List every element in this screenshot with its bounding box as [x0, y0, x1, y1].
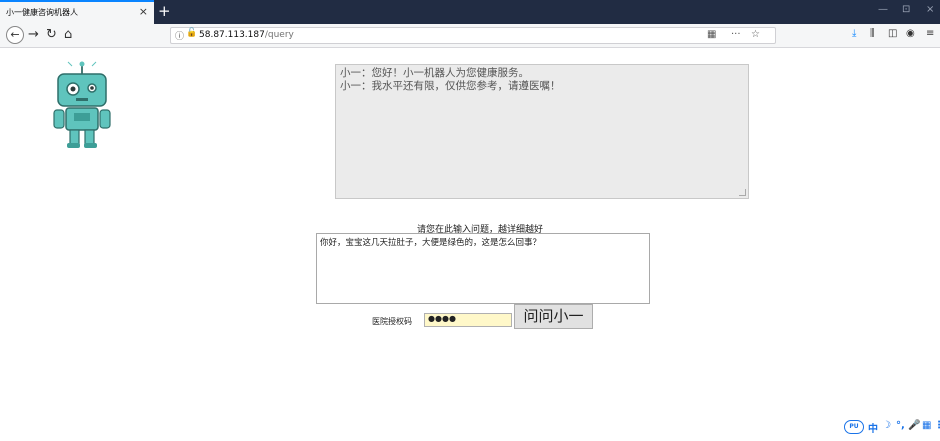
nav-bar: ← → ↻ ⌂ ⓘ 🔓 58.87.113.187/query ▦ ··· ☆ …: [0, 24, 940, 48]
ime-punctuation-icon[interactable]: °,: [896, 420, 905, 431]
url-path: /query: [264, 30, 294, 40]
ime-mic-icon[interactable]: 🎤: [908, 420, 920, 431]
ask-button[interactable]: 问问小一: [514, 304, 593, 329]
ime-moon-icon[interactable]: ☽: [882, 420, 891, 431]
forward-icon[interactable]: →: [28, 27, 39, 43]
library-icon[interactable]: ⫼: [870, 28, 875, 39]
qr-code-icon[interactable]: ▦: [707, 29, 716, 40]
url-host: 58.87.113.187: [199, 30, 265, 40]
download-icon[interactable]: ⤓: [852, 28, 856, 39]
question-input[interactable]: 你好，宝宝这几天拉肚子，大便是绿色的，这是怎么回事？: [316, 233, 650, 304]
browser-tab[interactable]: 小一健康咨询机器人 ×: [0, 0, 154, 24]
resize-grip-icon[interactable]: [739, 189, 746, 196]
restore-icon[interactable]: ⊡: [902, 4, 910, 15]
menu-icon[interactable]: ≡: [926, 28, 934, 39]
ime-chinese-mode[interactable]: 中: [868, 420, 878, 435]
chat-message: 小一：您好！小一机器人为您健康服务。: [340, 67, 529, 79]
back-icon[interactable]: ←: [6, 26, 24, 44]
reload-icon[interactable]: ↻: [46, 27, 57, 43]
home-icon[interactable]: ⌂: [64, 27, 72, 43]
robot-mascot-image: [53, 61, 111, 148]
ime-logo-icon[interactable]: PU: [844, 420, 864, 434]
auth-code-field[interactable]: ●●●●: [424, 313, 512, 327]
ime-keyboard-icon[interactable]: ▦: [922, 420, 931, 431]
new-tab-button[interactable]: +: [158, 2, 171, 20]
url-text[interactable]: 58.87.113.187/query: [199, 30, 294, 40]
tab-strip: 小一健康咨询机器人 × + — ⊡ ×: [0, 0, 940, 24]
close-tab-icon[interactable]: ×: [139, 5, 148, 18]
ime-more-icon[interactable]: ⋮: [934, 420, 940, 431]
insecure-lock-icon[interactable]: 🔓: [186, 28, 197, 38]
auth-code-label: 医院授权码: [372, 317, 412, 326]
url-bar[interactable]: ⓘ 🔓 58.87.113.187/query ▦ ··· ☆: [170, 27, 776, 44]
window-close-icon[interactable]: ×: [926, 4, 934, 15]
chat-message: 小一：我水平还有限，仅供您参考，请遵医嘱！: [340, 80, 561, 92]
sidebar-icon[interactable]: ◫: [888, 28, 897, 39]
minimize-icon[interactable]: —: [878, 4, 888, 15]
site-info-icon[interactable]: ⓘ: [175, 29, 184, 42]
tab-title: 小一健康咨询机器人: [6, 8, 78, 17]
chat-transcript[interactable]: 小一：您好！小一机器人为您健康服务。 小一：我水平还有限，仅供您参考，请遵医嘱！: [335, 64, 749, 199]
bookmark-star-icon[interactable]: ☆: [751, 29, 760, 40]
page-actions-icon[interactable]: ···: [731, 29, 741, 40]
account-icon[interactable]: ◉: [906, 28, 915, 39]
